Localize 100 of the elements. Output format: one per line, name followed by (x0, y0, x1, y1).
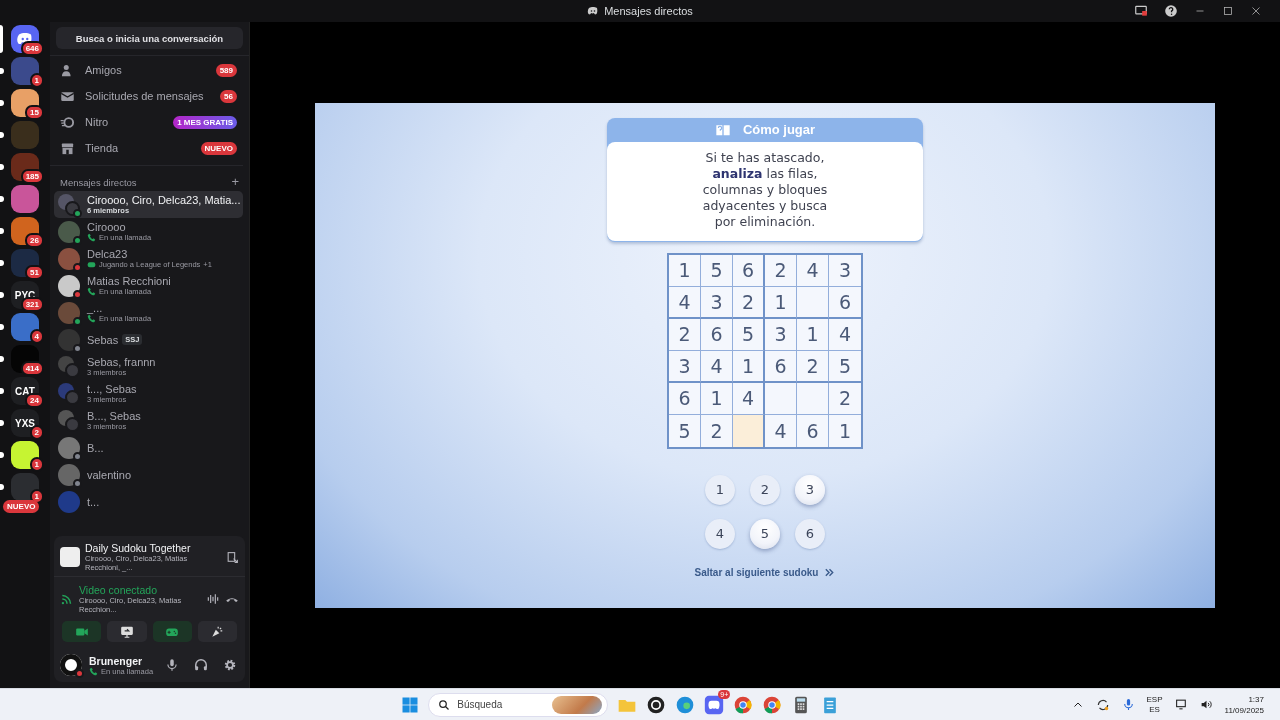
contact-name: Matias Recchioni (87, 275, 171, 287)
sudoku-cell[interactable]: 1 (797, 318, 829, 351)
sudoku-cell[interactable]: 6 (733, 254, 765, 287)
number-button[interactable]: 5 (750, 518, 780, 549)
clock-date[interactable]: 11/09/2025 (1224, 704, 1264, 716)
record-icon[interactable] (646, 694, 667, 715)
number-button[interactable]: 1 (705, 474, 735, 505)
language-code[interactable]: ESP (1146, 694, 1163, 705)
number-button[interactable]: 2 (750, 474, 780, 505)
sudoku-cell[interactable]: 4 (669, 286, 701, 319)
number-button[interactable]: 6 (795, 518, 825, 549)
chrome-icon[interactable] (762, 694, 783, 715)
sudoku-cell[interactable]: 1 (701, 382, 733, 415)
voice-button[interactable] (152, 621, 192, 642)
server-icon[interactable] (11, 217, 39, 245)
settings-icon[interactable] (223, 658, 237, 672)
sudoku-cell[interactable]: 3 (829, 254, 861, 287)
sudoku-cell[interactable]: 1 (733, 350, 765, 383)
nav-item[interactable]: Nitro 1 MES GRATIS (56, 111, 237, 133)
nav-label: Amigos (85, 64, 123, 76)
username: Brunenger (89, 654, 144, 667)
voice-button[interactable] (197, 621, 237, 642)
avatar (60, 654, 82, 676)
badge: NUEVO (200, 141, 237, 155)
sudoku-cell[interactable]: 6 (797, 414, 829, 447)
conversation-item[interactable]: B... (54, 434, 243, 461)
clock-time[interactable]: 1:37 (1248, 693, 1264, 705)
sudoku-cell[interactable]: 5 (701, 254, 733, 287)
screen-icon[interactable] (1134, 4, 1148, 18)
avatar (58, 301, 80, 324)
number-button[interactable]: 4 (705, 518, 735, 549)
phone-icon (87, 287, 96, 296)
voice-button[interactable] (107, 621, 147, 642)
headphones-icon[interactable] (194, 658, 208, 672)
contact-name: t... (87, 495, 100, 508)
sudoku-cell[interactable] (797, 382, 829, 415)
sparkle-icon (210, 624, 225, 639)
sudoku-cell[interactable]: 6 (829, 286, 861, 319)
conversation-item[interactable]: valentino (54, 461, 243, 488)
sudoku-cell[interactable]: 1 (765, 286, 797, 319)
sudoku-cell[interactable]: 4 (797, 254, 829, 287)
app-thumbnail (60, 547, 80, 567)
network-icon[interactable] (1174, 698, 1188, 711)
avatar (58, 463, 80, 486)
chrome-icon[interactable] (733, 694, 754, 715)
sudoku-cell[interactable]: 4 (765, 414, 797, 447)
number-button[interactable]: 3 (795, 474, 825, 505)
nitro-icon (60, 114, 75, 130)
phone-icon (89, 666, 98, 676)
sudoku-cell[interactable]: 4 (701, 350, 733, 383)
windows-start-icon[interactable] (401, 695, 420, 714)
close-icon[interactable] (1250, 5, 1262, 17)
notification-count: 185 (20, 169, 44, 184)
phone-icon (87, 314, 96, 323)
avatar (58, 274, 80, 297)
skip-link[interactable]: Saltar al siguiente sudoku (694, 566, 836, 578)
nav-item[interactable]: Amigos 589 (56, 59, 237, 81)
sudoku-cell[interactable] (765, 382, 797, 415)
nav-item[interactable]: Tienda NUEVO (56, 137, 237, 159)
sudoku-cell[interactable]: 1 (669, 254, 701, 287)
help-icon[interactable] (1164, 4, 1178, 18)
server-icon[interactable] (11, 441, 39, 469)
popout-icon[interactable] (226, 550, 239, 564)
contact-name: Sebas, frannn (87, 356, 156, 368)
sudoku-cell[interactable]: 2 (669, 318, 701, 351)
sudoku-cell[interactable]: 2 (765, 254, 797, 287)
search-button[interactable]: Busca o inicia una conversación (56, 27, 243, 49)
sudoku-cell[interactable]: 1 (829, 414, 861, 447)
speaker-icon[interactable] (1199, 698, 1213, 711)
sudoku-cell[interactable]: 2 (797, 350, 829, 383)
sudoku-cell[interactable]: 3 (701, 286, 733, 319)
sudoku-cell[interactable]: 4 (829, 318, 861, 351)
keyboard-layout[interactable]: ES (1149, 704, 1160, 715)
add-button[interactable]: + (231, 176, 239, 188)
sudoku-cell[interactable]: 5 (829, 350, 861, 383)
nav-item[interactable]: Solicitudes de mensajes 56 (56, 85, 237, 107)
conversation-item[interactable]: t... (54, 488, 243, 515)
maximize-icon[interactable] (1222, 5, 1234, 17)
sudoku-cell[interactable] (797, 286, 829, 319)
sudoku-cell[interactable]: 2 (733, 286, 765, 319)
server-icon[interactable] (11, 89, 39, 117)
contact-name: valentino (87, 468, 132, 481)
sudoku-cell[interactable] (733, 414, 765, 447)
card-title: Cómo jugar (742, 122, 816, 137)
server-icon[interactable] (11, 249, 39, 277)
soundwave-icon[interactable] (206, 592, 220, 606)
sudoku-cell[interactable]: 5 (733, 318, 765, 351)
sudoku-cell[interactable]: 3 (765, 318, 797, 351)
sudoku-cell[interactable]: 6 (765, 350, 797, 383)
sync-icon[interactable] (1095, 697, 1110, 712)
microphone-icon[interactable] (165, 658, 179, 672)
microphone-icon[interactable] (1121, 698, 1135, 711)
sudoku-cell[interactable]: 2 (829, 382, 861, 415)
sudoku-cell[interactable]: 3 (669, 350, 701, 383)
voice-button[interactable] (62, 621, 102, 642)
sudoku-cell[interactable]: 5 (669, 414, 701, 447)
sudoku-cell[interactable]: 6 (669, 382, 701, 415)
sudoku-cell[interactable]: 6 (701, 318, 733, 351)
nav-label: Nitro (85, 116, 110, 128)
browser-icon[interactable] (675, 694, 696, 715)
